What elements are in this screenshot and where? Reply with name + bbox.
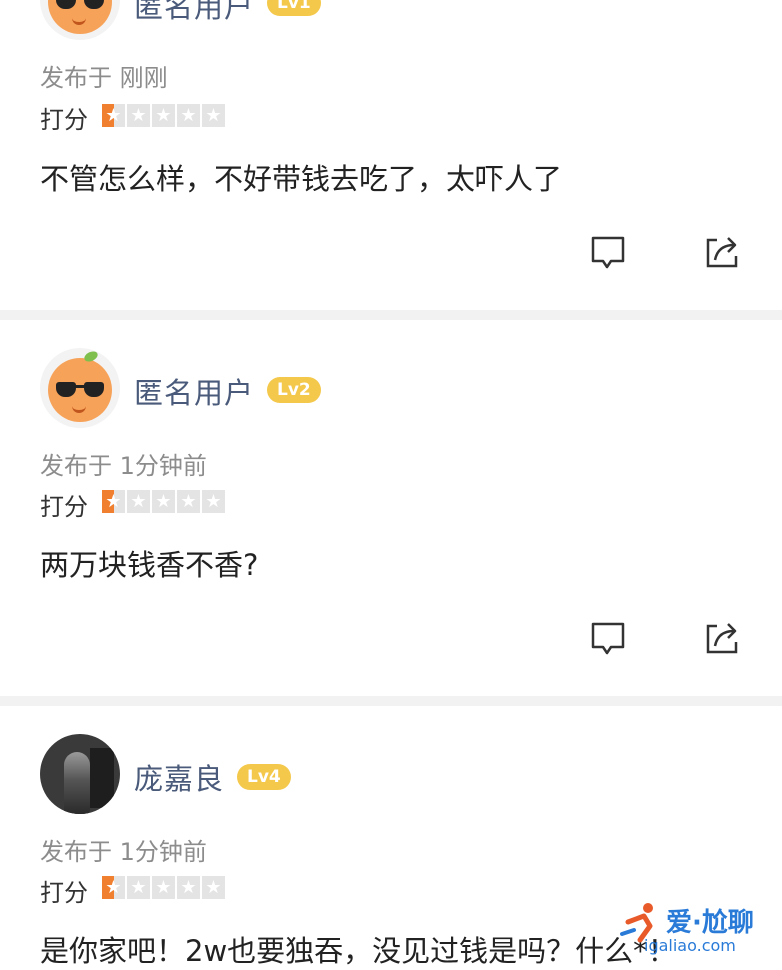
star-icon: ★ bbox=[152, 876, 175, 899]
level-badge: Lv4 bbox=[237, 764, 291, 790]
star-icon: ★ bbox=[152, 104, 175, 127]
star-icon: ★ bbox=[177, 490, 200, 513]
comment-button[interactable] bbox=[589, 620, 627, 658]
star-rating: ★ ★ ★ ★ ★ bbox=[102, 104, 225, 128]
share-icon bbox=[706, 623, 738, 654]
level-badge: Lv1 bbox=[267, 0, 321, 16]
review-card: 匿名用户 Lv1 发布于 刚刚 打分 ★ ★ ★ ★ ★ 不管怎么样，不好带钱去… bbox=[0, 0, 782, 310]
avatar[interactable] bbox=[40, 0, 120, 40]
level-badge: Lv2 bbox=[267, 377, 321, 403]
share-icon bbox=[706, 237, 738, 268]
star-icon: ★ bbox=[177, 876, 200, 899]
watermark-title: 爱·尬聊 bbox=[666, 908, 754, 938]
post-time: 发布于 1分钟前 bbox=[40, 452, 207, 480]
star-icon: ★ bbox=[202, 876, 225, 899]
post-time: 发布于 刚刚 bbox=[40, 64, 168, 92]
rating-label: 打分 bbox=[40, 879, 88, 907]
comment-icon bbox=[591, 236, 625, 269]
star-rating: ★ ★ ★ ★ ★ bbox=[102, 490, 225, 514]
share-button[interactable] bbox=[703, 232, 741, 270]
star-rating: ★ ★ ★ ★ ★ bbox=[102, 876, 225, 900]
username[interactable]: 匿名用户 bbox=[134, 370, 254, 412]
watermark: 爱·尬聊 igaliao.com bbox=[618, 896, 778, 966]
rating-label: 打分 bbox=[40, 493, 88, 521]
star-icon: ★ bbox=[152, 490, 175, 513]
star-icon: ★ bbox=[127, 490, 150, 513]
star-icon: ★ bbox=[202, 490, 225, 513]
star-icon: ★ bbox=[127, 876, 150, 899]
avatar[interactable] bbox=[40, 734, 120, 814]
review-content: 是你家吧！2w也要独吞，没见过钱是吗？什么*！ bbox=[40, 934, 677, 968]
username[interactable]: 匿名用户 bbox=[134, 0, 254, 26]
star-icon: ★ bbox=[102, 876, 125, 899]
post-time: 发布于 1分钟前 bbox=[40, 838, 207, 866]
divider bbox=[0, 696, 782, 706]
comment-icon bbox=[591, 622, 625, 655]
avatar[interactable] bbox=[40, 348, 120, 428]
rating-label: 打分 bbox=[40, 106, 88, 134]
star-icon: ★ bbox=[202, 104, 225, 127]
star-icon: ★ bbox=[102, 104, 125, 127]
review-content: 两万块钱香不香? bbox=[40, 548, 259, 582]
divider bbox=[0, 310, 782, 320]
share-button[interactable] bbox=[703, 618, 741, 656]
comment-button[interactable] bbox=[589, 234, 627, 272]
star-icon: ★ bbox=[127, 104, 150, 127]
star-icon: ★ bbox=[177, 104, 200, 127]
watermark-url: igaliao.com bbox=[644, 936, 736, 955]
star-icon: ★ bbox=[102, 490, 125, 513]
review-content: 不管怎么样，不好带钱去吃了，太吓人了 bbox=[40, 162, 563, 196]
review-card: 匿名用户 Lv2 发布于 1分钟前 打分 ★ ★ ★ ★ ★ 两万块钱香不香? bbox=[0, 320, 782, 696]
username[interactable]: 庞嘉良 bbox=[134, 756, 224, 798]
